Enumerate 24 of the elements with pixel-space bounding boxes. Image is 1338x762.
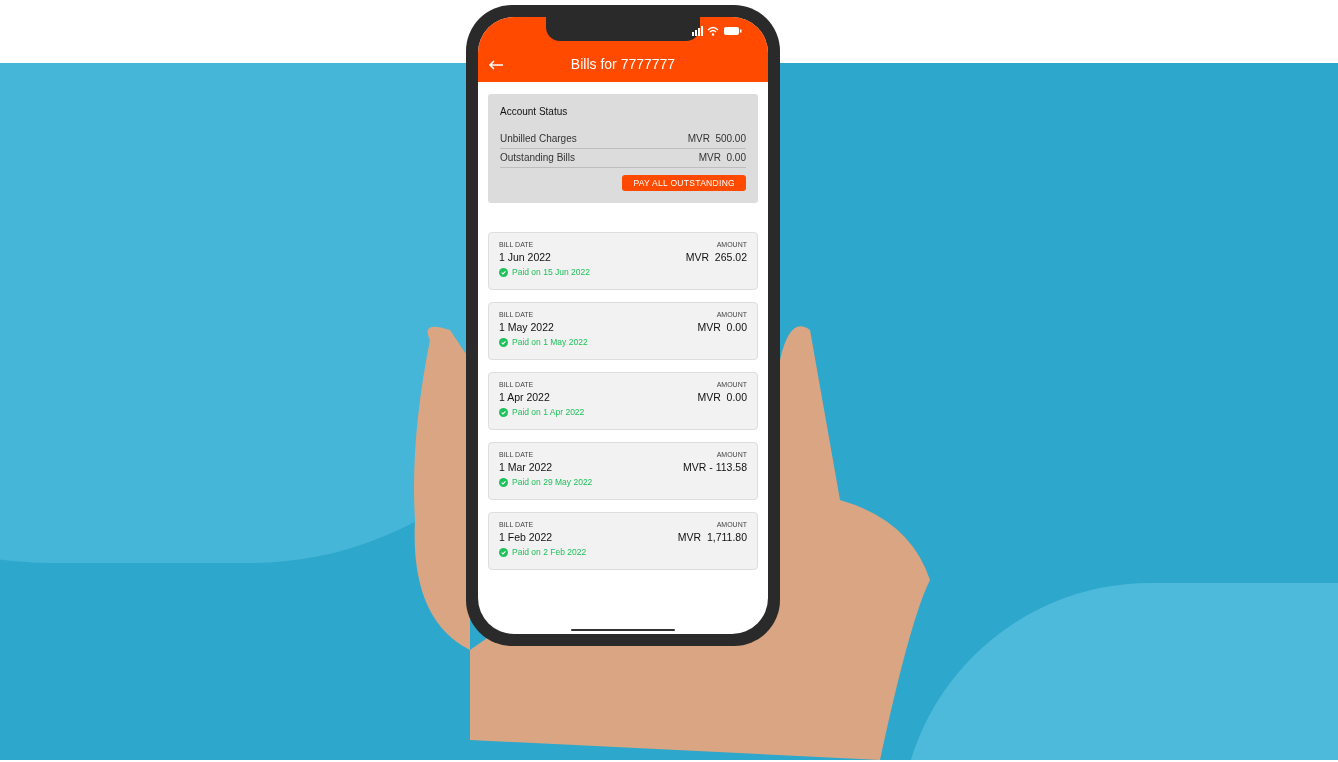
bill-amount: MVR 0.00 [697, 321, 747, 334]
row-label: Outstanding Bills [500, 151, 576, 165]
screen-title: Bills for 7777777 [569, 56, 677, 72]
bill-amount: MVR 265.02 [685, 251, 747, 264]
status-icons [692, 26, 742, 36]
row-value: MVR 500.00 [687, 132, 746, 146]
bill-date: 1 Feb 2022 [499, 531, 553, 544]
bill-amount: MVR 0.00 [697, 391, 747, 404]
bill-date: 1 Jun 2022 [499, 251, 551, 264]
row-value: MVR 0.00 [698, 151, 746, 165]
payment-status: Paid on 15 Jun 2022 [512, 267, 590, 277]
back-arrow-icon [488, 60, 504, 70]
bill-amount: MVR - 113.58 [683, 461, 747, 474]
back-button[interactable] [488, 58, 506, 72]
payment-status: Paid on 29 May 2022 [512, 477, 593, 487]
payment-status: Paid on 1 May 2022 [512, 337, 588, 347]
payment-status: Paid on 2 Feb 2022 [512, 547, 587, 557]
bill-date: 1 May 2022 [499, 321, 554, 334]
card-title: Account Status [500, 105, 569, 119]
row-label: Unbilled Charges [500, 132, 577, 146]
bill-date: 1 Mar 2022 [499, 461, 553, 474]
bill-date: 1 Apr 2022 [499, 391, 550, 404]
payment-status: Paid on 1 Apr 2022 [512, 407, 585, 417]
bill-amount: MVR 1,711.80 [677, 531, 747, 544]
